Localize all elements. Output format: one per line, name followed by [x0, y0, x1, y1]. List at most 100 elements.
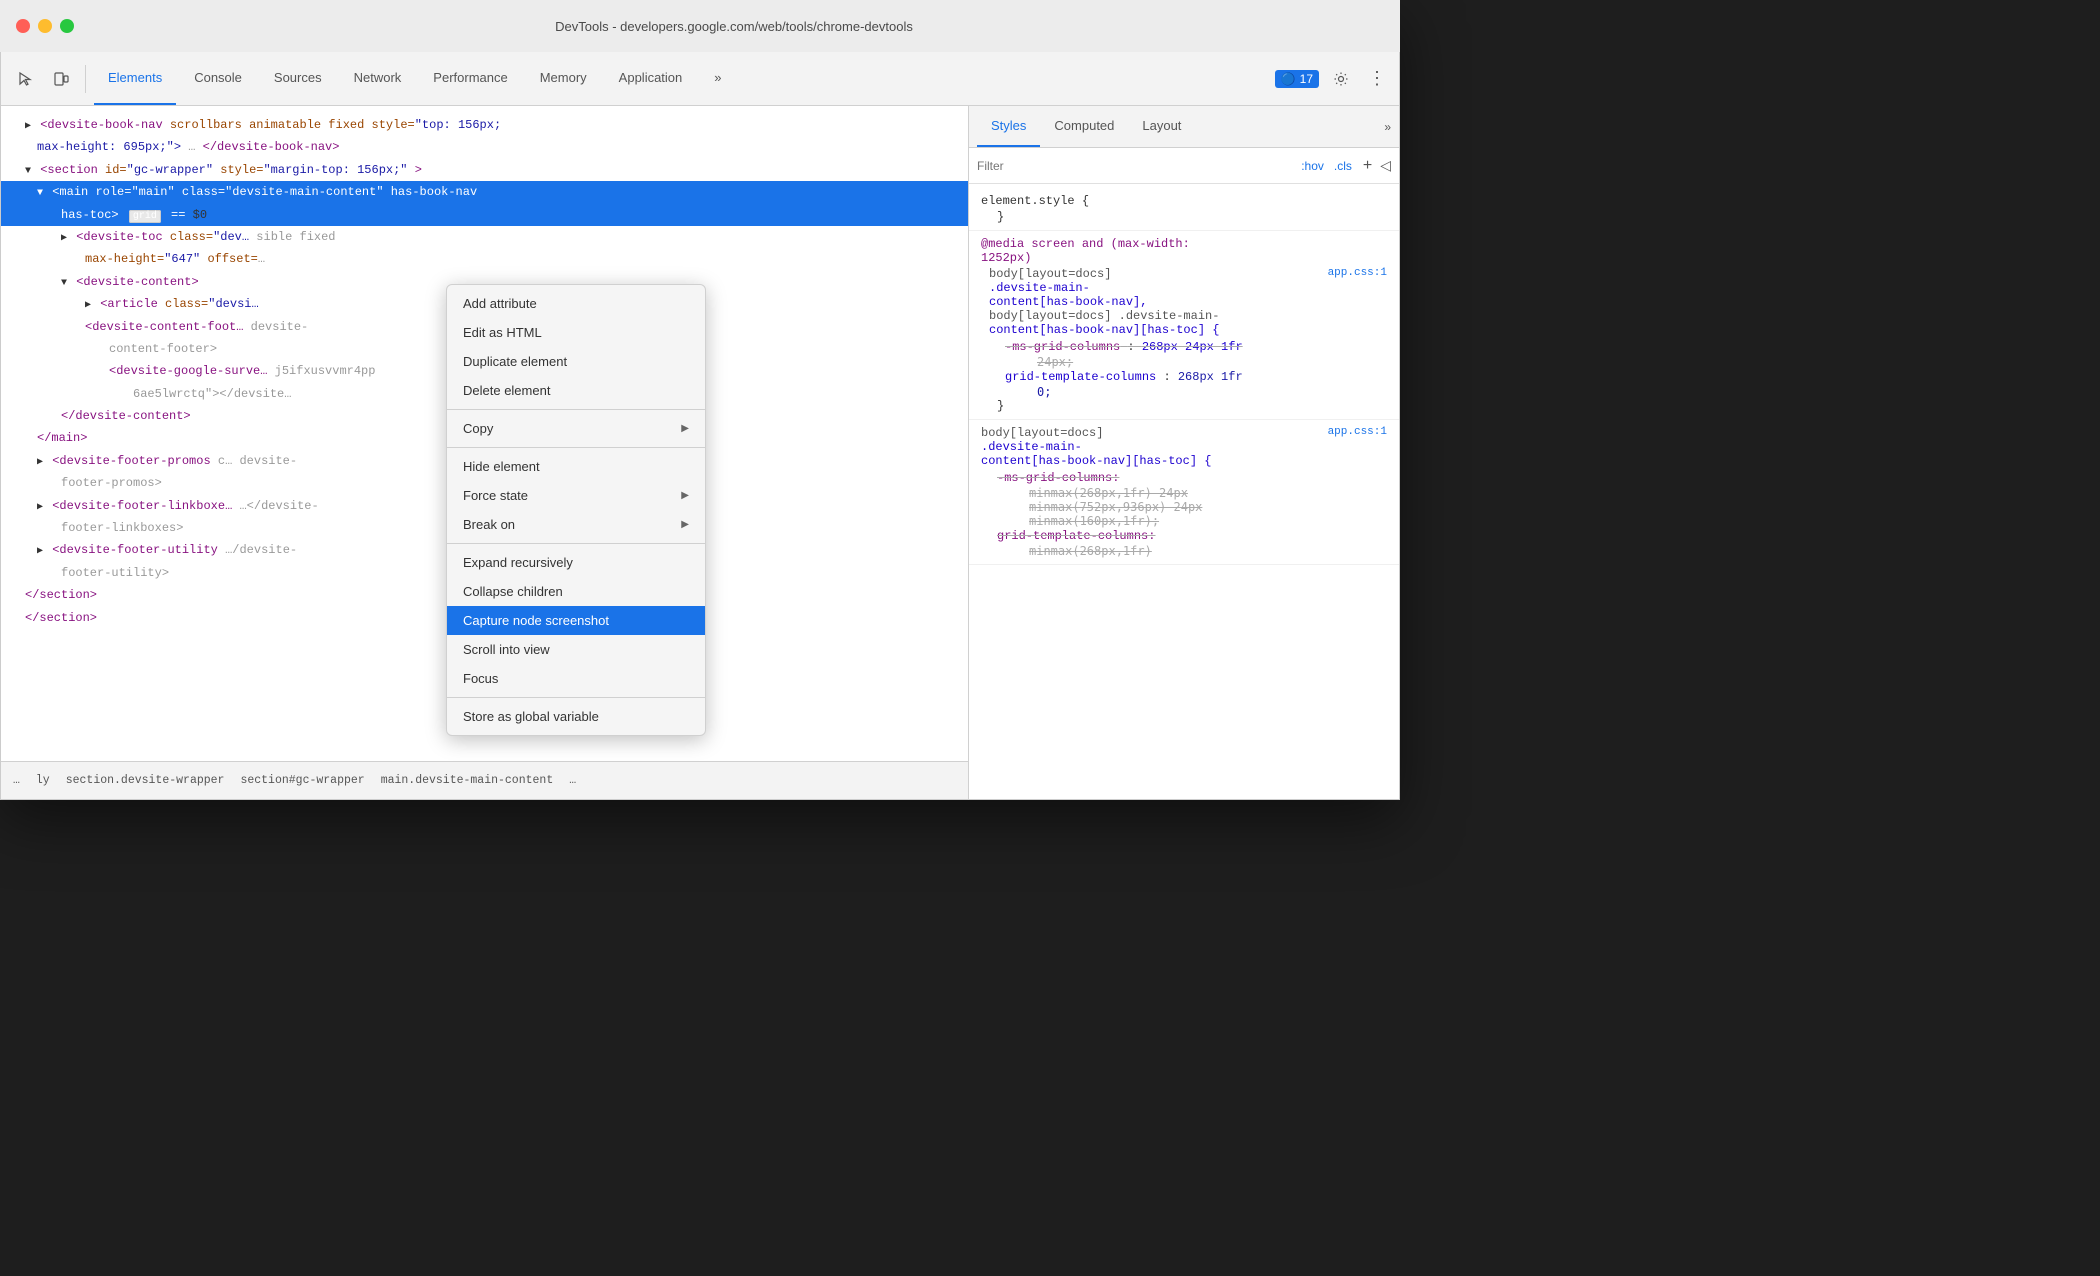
toolbar-divider-1	[85, 65, 86, 93]
ctx-force-state[interactable]: Force state ▶	[447, 481, 705, 510]
settings-button[interactable]	[1325, 63, 1357, 95]
add-style-button[interactable]: +	[1363, 157, 1372, 175]
tab-application[interactable]: Application	[605, 52, 697, 105]
dom-line-4[interactable]: ▶ <devsite-toc class="dev… sible fixed	[1, 226, 968, 248]
expand-icon-5[interactable]: ▼	[61, 278, 67, 289]
style-block-body-2: body[layout=docs] app.css:1 .devsite-mai…	[969, 420, 1399, 565]
tab-console[interactable]: Console	[180, 52, 256, 105]
styles-content: element.style { } @media screen and (max…	[969, 184, 1399, 799]
title-bar: DevTools - developers.google.com/web/too…	[0, 0, 1400, 52]
tab-network[interactable]: Network	[340, 52, 416, 105]
style-prop-grid-2: grid-template-columns:	[981, 528, 1387, 544]
dom-line-1[interactable]: ▶ <devsite-book-nav scrollbars animatabl…	[1, 114, 968, 136]
tab-sources[interactable]: Sources	[260, 52, 336, 105]
style-prop-ms-grid-cont: 24px;	[989, 355, 1387, 369]
ctx-expand-recursively[interactable]: Expand recursively	[447, 548, 705, 577]
tab-computed[interactable]: Computed	[1040, 106, 1128, 147]
expand-icon-3[interactable]: ▼	[37, 188, 43, 199]
ctx-focus[interactable]: Focus	[447, 664, 705, 693]
ctx-force-state-arrow: ▶	[681, 490, 689, 501]
expand-icon-11[interactable]: ▶	[37, 457, 43, 468]
dom-line-4b[interactable]: max-height="647" offset=…	[1, 248, 968, 270]
ctx-break-on-arrow: ▶	[681, 519, 689, 530]
breadcrumb-ellipsis[interactable]: …	[9, 772, 24, 789]
style-ms-2-val-1: minmax(268px,1fr) 24px	[981, 486, 1387, 500]
ctx-divider-3	[447, 543, 705, 544]
style-inner-block: body[layout=docs] app.css:1 .devsite-mai…	[981, 267, 1387, 413]
expand-icon-6[interactable]: ▶	[85, 300, 91, 311]
toolbar-right: 🔵 17 ⋮	[1275, 63, 1391, 95]
expand-icon-2[interactable]: ▼	[25, 166, 31, 177]
breadcrumb-bar: … ly section.devsite-wrapper section#gc-…	[1, 761, 968, 799]
style-selector-element: element.style {	[981, 194, 1387, 208]
cursor-icon[interactable]	[9, 63, 41, 95]
styles-filter-input[interactable]	[977, 159, 1290, 173]
source-link-1[interactable]: app.css:1	[1328, 267, 1387, 279]
tab-layout[interactable]: Layout	[1128, 106, 1195, 147]
traffic-lights	[16, 19, 74, 33]
expand-icon-13[interactable]: ▶	[37, 546, 43, 557]
style-ms-2-val-3: minmax(160px,1fr);	[981, 514, 1387, 528]
expand-icon-12[interactable]: ▶	[37, 502, 43, 513]
styles-filter-bar: :hov .cls + ◁	[969, 148, 1399, 184]
ctx-add-attribute[interactable]: Add attribute	[447, 289, 705, 318]
devtools-window: Elements Console Sources Network Perform…	[0, 52, 1400, 800]
style-prop-ms-2: -ms-grid-columns:	[981, 470, 1387, 486]
expand-icon-4[interactable]: ▶	[61, 233, 67, 244]
styles-icon-button[interactable]: ◁	[1380, 157, 1391, 174]
tab-memory[interactable]: Memory	[526, 52, 601, 105]
right-tabs-more[interactable]: »	[1384, 120, 1391, 134]
ctx-copy[interactable]: Copy ▶	[447, 414, 705, 443]
ctx-scroll-into-view[interactable]: Scroll into view	[447, 635, 705, 664]
ctx-collapse-children[interactable]: Collapse children	[447, 577, 705, 606]
dom-line-1b[interactable]: max-height: 695px;"> … </devsite-book-na…	[1, 136, 968, 158]
context-menu: Add attribute Edit as HTML Duplicate ele…	[446, 284, 706, 736]
error-badge[interactable]: 🔵 17	[1275, 70, 1319, 88]
style-block-element: element.style { }	[969, 188, 1399, 231]
ctx-hide[interactable]: Hide element	[447, 452, 705, 481]
breadcrumb-ly[interactable]: ly	[32, 772, 54, 789]
breadcrumb-main[interactable]: main.devsite-main-content	[377, 772, 558, 789]
device-icon[interactable]	[45, 63, 77, 95]
window-title: DevTools - developers.google.com/web/too…	[84, 19, 1384, 34]
expand-icon[interactable]: ▶	[25, 121, 31, 132]
breadcrumb-section-gc[interactable]: section#gc-wrapper	[236, 772, 368, 789]
style-prop-grid-template: grid-template-columns : 268px 1fr	[989, 369, 1387, 385]
style-grid-2-val-1: minmax(268px,1fr)	[981, 544, 1387, 558]
dom-line-3b[interactable]: has-toc> grid == $0	[1, 204, 968, 226]
ctx-edit-html[interactable]: Edit as HTML	[447, 318, 705, 347]
minimize-button[interactable]	[38, 19, 52, 33]
style-prop-ms-grid: -ms-grid-columns : 268px 24px 1fr	[989, 339, 1387, 355]
ctx-divider-4	[447, 697, 705, 698]
ctx-store-global[interactable]: Store as global variable	[447, 702, 705, 731]
ctx-break-on[interactable]: Break on ▶	[447, 510, 705, 539]
ctx-divider-2	[447, 447, 705, 448]
tab-more[interactable]: »	[700, 52, 735, 105]
tab-elements[interactable]: Elements	[94, 52, 176, 105]
hov-button[interactable]: :hov	[1298, 158, 1327, 174]
devtools-toolbar: Elements Console Sources Network Perform…	[1, 52, 1399, 106]
dom-line-3[interactable]: ▼ <main role="main" class="devsite-main-…	[1, 181, 968, 203]
ctx-capture-screenshot[interactable]: Capture node screenshot	[447, 606, 705, 635]
dom-line-2[interactable]: ▼ <section id="gc-wrapper" style="margin…	[1, 159, 968, 181]
tab-performance[interactable]: Performance	[419, 52, 521, 105]
devtools-main: ▶ <devsite-book-nav scrollbars animatabl…	[1, 106, 1399, 799]
badge-count: 17	[1300, 72, 1313, 86]
source-link-2[interactable]: app.css:1	[1328, 426, 1387, 438]
style-at-rule: @media screen and (max-width: 1252px)	[981, 237, 1387, 265]
breadcrumb-section-wrapper[interactable]: section.devsite-wrapper	[62, 772, 229, 789]
cls-button[interactable]: .cls	[1331, 158, 1355, 174]
tab-styles[interactable]: Styles	[977, 106, 1040, 147]
breadcrumb-end-ellipsis[interactable]: …	[565, 772, 580, 789]
close-button[interactable]	[16, 19, 30, 33]
right-panel-tabs: Styles Computed Layout »	[969, 106, 1399, 148]
elements-panel: ▶ <devsite-book-nav scrollbars animatabl…	[1, 106, 969, 799]
ctx-divider-1	[447, 409, 705, 410]
style-prop-grid-template-cont: 0;	[989, 385, 1387, 399]
ctx-duplicate[interactable]: Duplicate element	[447, 347, 705, 376]
maximize-button[interactable]	[60, 19, 74, 33]
ctx-delete[interactable]: Delete element	[447, 376, 705, 405]
filter-pseudo-buttons: :hov .cls	[1298, 158, 1355, 174]
more-options-button[interactable]: ⋮	[1363, 65, 1391, 93]
right-panel: Styles Computed Layout » :hov .cls + ◁	[969, 106, 1399, 799]
